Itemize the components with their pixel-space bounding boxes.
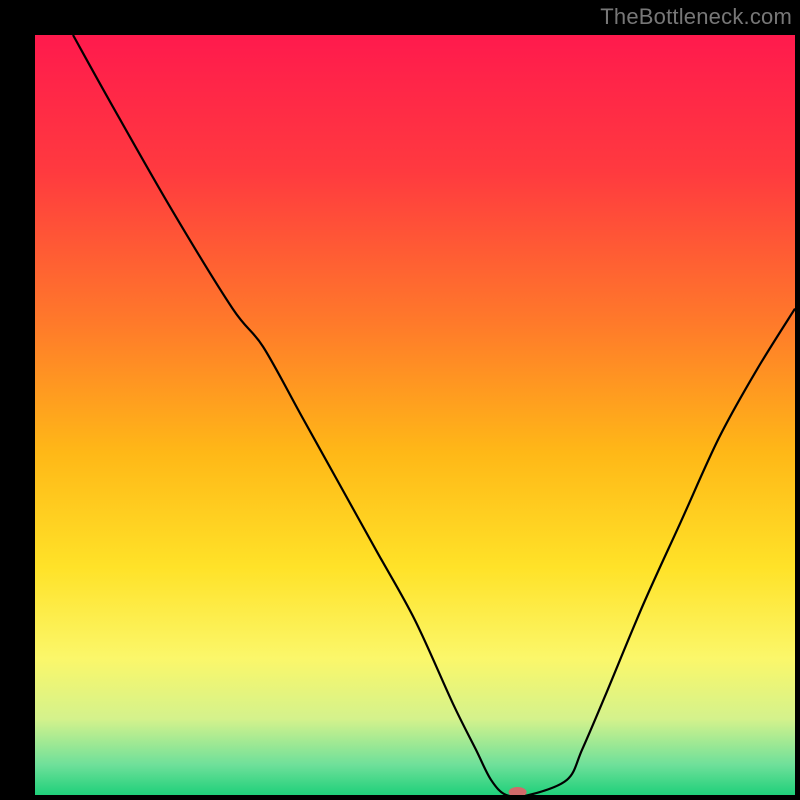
bottleneck-chart [35,35,795,795]
plot-area [35,35,795,795]
gradient-background [35,35,795,795]
attribution-label: TheBottleneck.com [600,4,792,30]
chart-frame: TheBottleneck.com [0,0,800,800]
